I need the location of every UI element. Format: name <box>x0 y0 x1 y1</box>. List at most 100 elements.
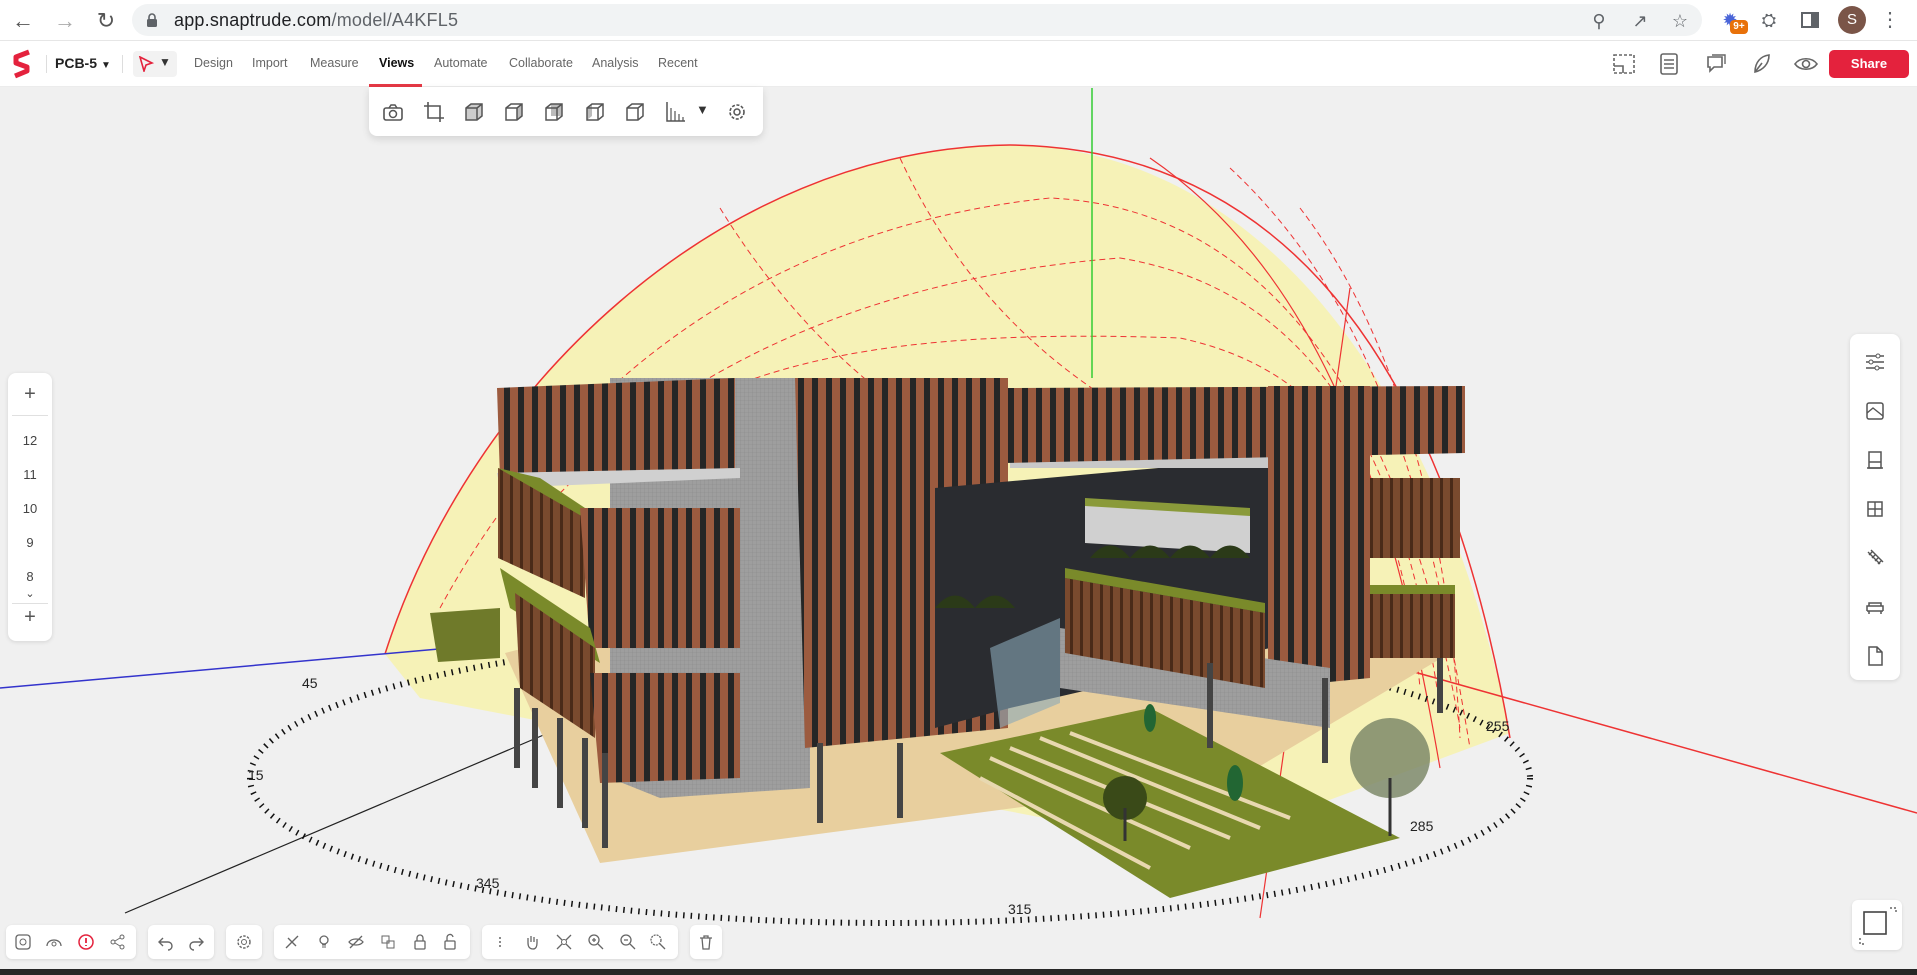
window-grid-icon[interactable] <box>1863 497 1887 521</box>
crop-view-icon[interactable] <box>421 99 447 125</box>
zoom-in-icon[interactable] <box>586 932 606 952</box>
pan-hand-icon[interactable] <box>522 932 542 952</box>
scroll-down-icon[interactable]: ⌄ <box>8 587 52 600</box>
url-path: /model/A4KFL5 <box>331 10 459 30</box>
unlock-icon[interactable] <box>440 932 460 952</box>
url-host: app.snaptrude.com <box>174 10 332 30</box>
menu-import[interactable]: Import <box>252 56 287 70</box>
camera-orbit-icon[interactable] <box>44 932 64 952</box>
light-bulb-icon[interactable] <box>314 932 334 952</box>
menu-design[interactable]: Design <box>194 56 233 70</box>
bookmark-star-icon[interactable]: ☆ <box>1669 10 1691 32</box>
chevron-down-icon[interactable]: ▼ <box>696 102 709 117</box>
sustainability-leaf-icon[interactable] <box>1747 50 1775 78</box>
spreadsheet-icon[interactable] <box>1655 50 1683 78</box>
compass-label: 285 <box>1410 818 1434 834</box>
furniture-icon[interactable] <box>1863 595 1887 619</box>
level-item[interactable]: 11 <box>8 467 52 482</box>
menu-automate[interactable]: Automate <box>434 56 488 70</box>
share-button[interactable]: Share <box>1829 50 1909 78</box>
zoom-out-icon[interactable] <box>618 932 638 952</box>
sliders-icon[interactable] <box>1863 350 1887 374</box>
side-panel-icon[interactable] <box>1797 7 1823 33</box>
redo-icon[interactable] <box>186 932 206 952</box>
toolbar-group-visibility <box>274 925 470 959</box>
group-icon[interactable] <box>378 932 398 952</box>
more-vertical-icon[interactable] <box>490 932 510 952</box>
address-bar[interactable]: app.snaptrude.com/model/A4KFL5 ⚲ ↗ ☆ <box>132 4 1702 36</box>
project-selector[interactable]: PCB-5 ▼ <box>55 55 111 71</box>
taskbar-edge <box>0 969 1917 975</box>
puzzle-extensions-icon[interactable]: ⛭ <box>1756 7 1782 33</box>
project-name: PCB-5 <box>55 55 98 71</box>
lock-icon <box>147 13 157 27</box>
settings-icon[interactable] <box>724 99 750 125</box>
divider <box>12 415 48 416</box>
front-view-icon[interactable] <box>461 99 487 125</box>
level-panel: + 12 11 10 9 8 ⌄ + <box>8 373 52 641</box>
texture-icon[interactable] <box>1863 399 1887 423</box>
level-item[interactable]: 10 <box>8 501 52 516</box>
compass-label: 345 <box>476 875 500 891</box>
menu-recent[interactable]: Recent <box>658 56 698 70</box>
right-view-icon[interactable] <box>501 99 527 125</box>
tree <box>1144 704 1156 732</box>
building-right-balcony <box>1370 478 1460 558</box>
isometric-view-icon[interactable] <box>622 99 648 125</box>
divider <box>122 55 123 73</box>
level-item[interactable]: 8 <box>8 569 52 584</box>
floor-plan-icon[interactable] <box>1610 50 1638 78</box>
right-tools-panel <box>1850 334 1900 680</box>
settings-icon[interactable] <box>234 932 254 952</box>
document-icon[interactable] <box>1863 644 1887 668</box>
door-icon[interactable] <box>1863 448 1887 472</box>
isolate-icon[interactable] <box>282 932 302 952</box>
comments-icon[interactable] <box>1702 50 1730 78</box>
share-nodes-icon[interactable] <box>108 932 128 952</box>
chevron-down-icon: ▼ <box>101 60 111 71</box>
3d-viewport[interactable]: 45 15 345 315 285 255 225 195 165 135 10… <box>0 88 1917 975</box>
trash-icon[interactable] <box>696 932 716 952</box>
zoom-extents-icon[interactable] <box>13 932 33 952</box>
app-header: PCB-5 ▼ ▼ Design Import Measure Views Aut… <box>0 41 1917 87</box>
view-cube-tool[interactable] <box>1852 900 1902 950</box>
reload-icon[interactable]: ↻ <box>91 6 121 36</box>
extension-badge: 9+ <box>1730 20 1748 34</box>
share-page-icon[interactable]: ↗ <box>1629 10 1651 32</box>
fit-view-icon[interactable] <box>554 932 574 952</box>
toolbar-group-history <box>148 925 214 959</box>
level-item[interactable]: 12 <box>8 433 52 448</box>
menu-analysis[interactable]: Analysis <box>592 56 639 70</box>
back-view-icon[interactable] <box>541 99 567 125</box>
building-left-balcony <box>497 378 735 478</box>
toolbar-group-navigation <box>482 925 678 959</box>
sun-path-icon[interactable] <box>662 99 688 125</box>
toolbar-group-views <box>6 925 136 959</box>
add-level-above-button[interactable]: + <box>8 383 52 406</box>
menu-views[interactable]: Views <box>379 56 414 70</box>
profile-avatar[interactable]: S <box>1838 6 1866 34</box>
menu-collaborate[interactable]: Collaborate <box>509 56 573 70</box>
info-icon[interactable] <box>76 932 96 952</box>
camera-icon[interactable] <box>380 99 406 125</box>
add-level-below-button[interactable]: + <box>8 606 52 629</box>
menu-measure[interactable]: Measure <box>310 56 359 70</box>
back-icon[interactable]: ← <box>8 6 38 36</box>
left-view-icon[interactable] <box>582 99 608 125</box>
level-item[interactable]: 9 <box>8 535 52 550</box>
lock-icon[interactable] <box>410 932 430 952</box>
z-axis-line <box>0 647 451 689</box>
eye-preview-icon[interactable] <box>1792 50 1820 78</box>
divider <box>46 55 47 73</box>
select-tool-dropdown[interactable]: ▼ <box>133 51 177 77</box>
undo-icon[interactable] <box>156 932 176 952</box>
hide-icon[interactable] <box>346 932 366 952</box>
box-selection-icon <box>1859 907 1897 945</box>
views-toolbar: ▼ <box>369 87 763 136</box>
staircase-icon[interactable] <box>1863 546 1887 570</box>
zoom-selection-icon[interactable] <box>648 932 668 952</box>
snaptrude-logo-icon[interactable] <box>9 49 35 79</box>
more-menu-icon[interactable]: ⋮ <box>1880 6 1900 34</box>
forward-icon[interactable]: → <box>50 6 80 36</box>
zoom-out-icon[interactable]: ⚲ <box>1588 10 1610 32</box>
